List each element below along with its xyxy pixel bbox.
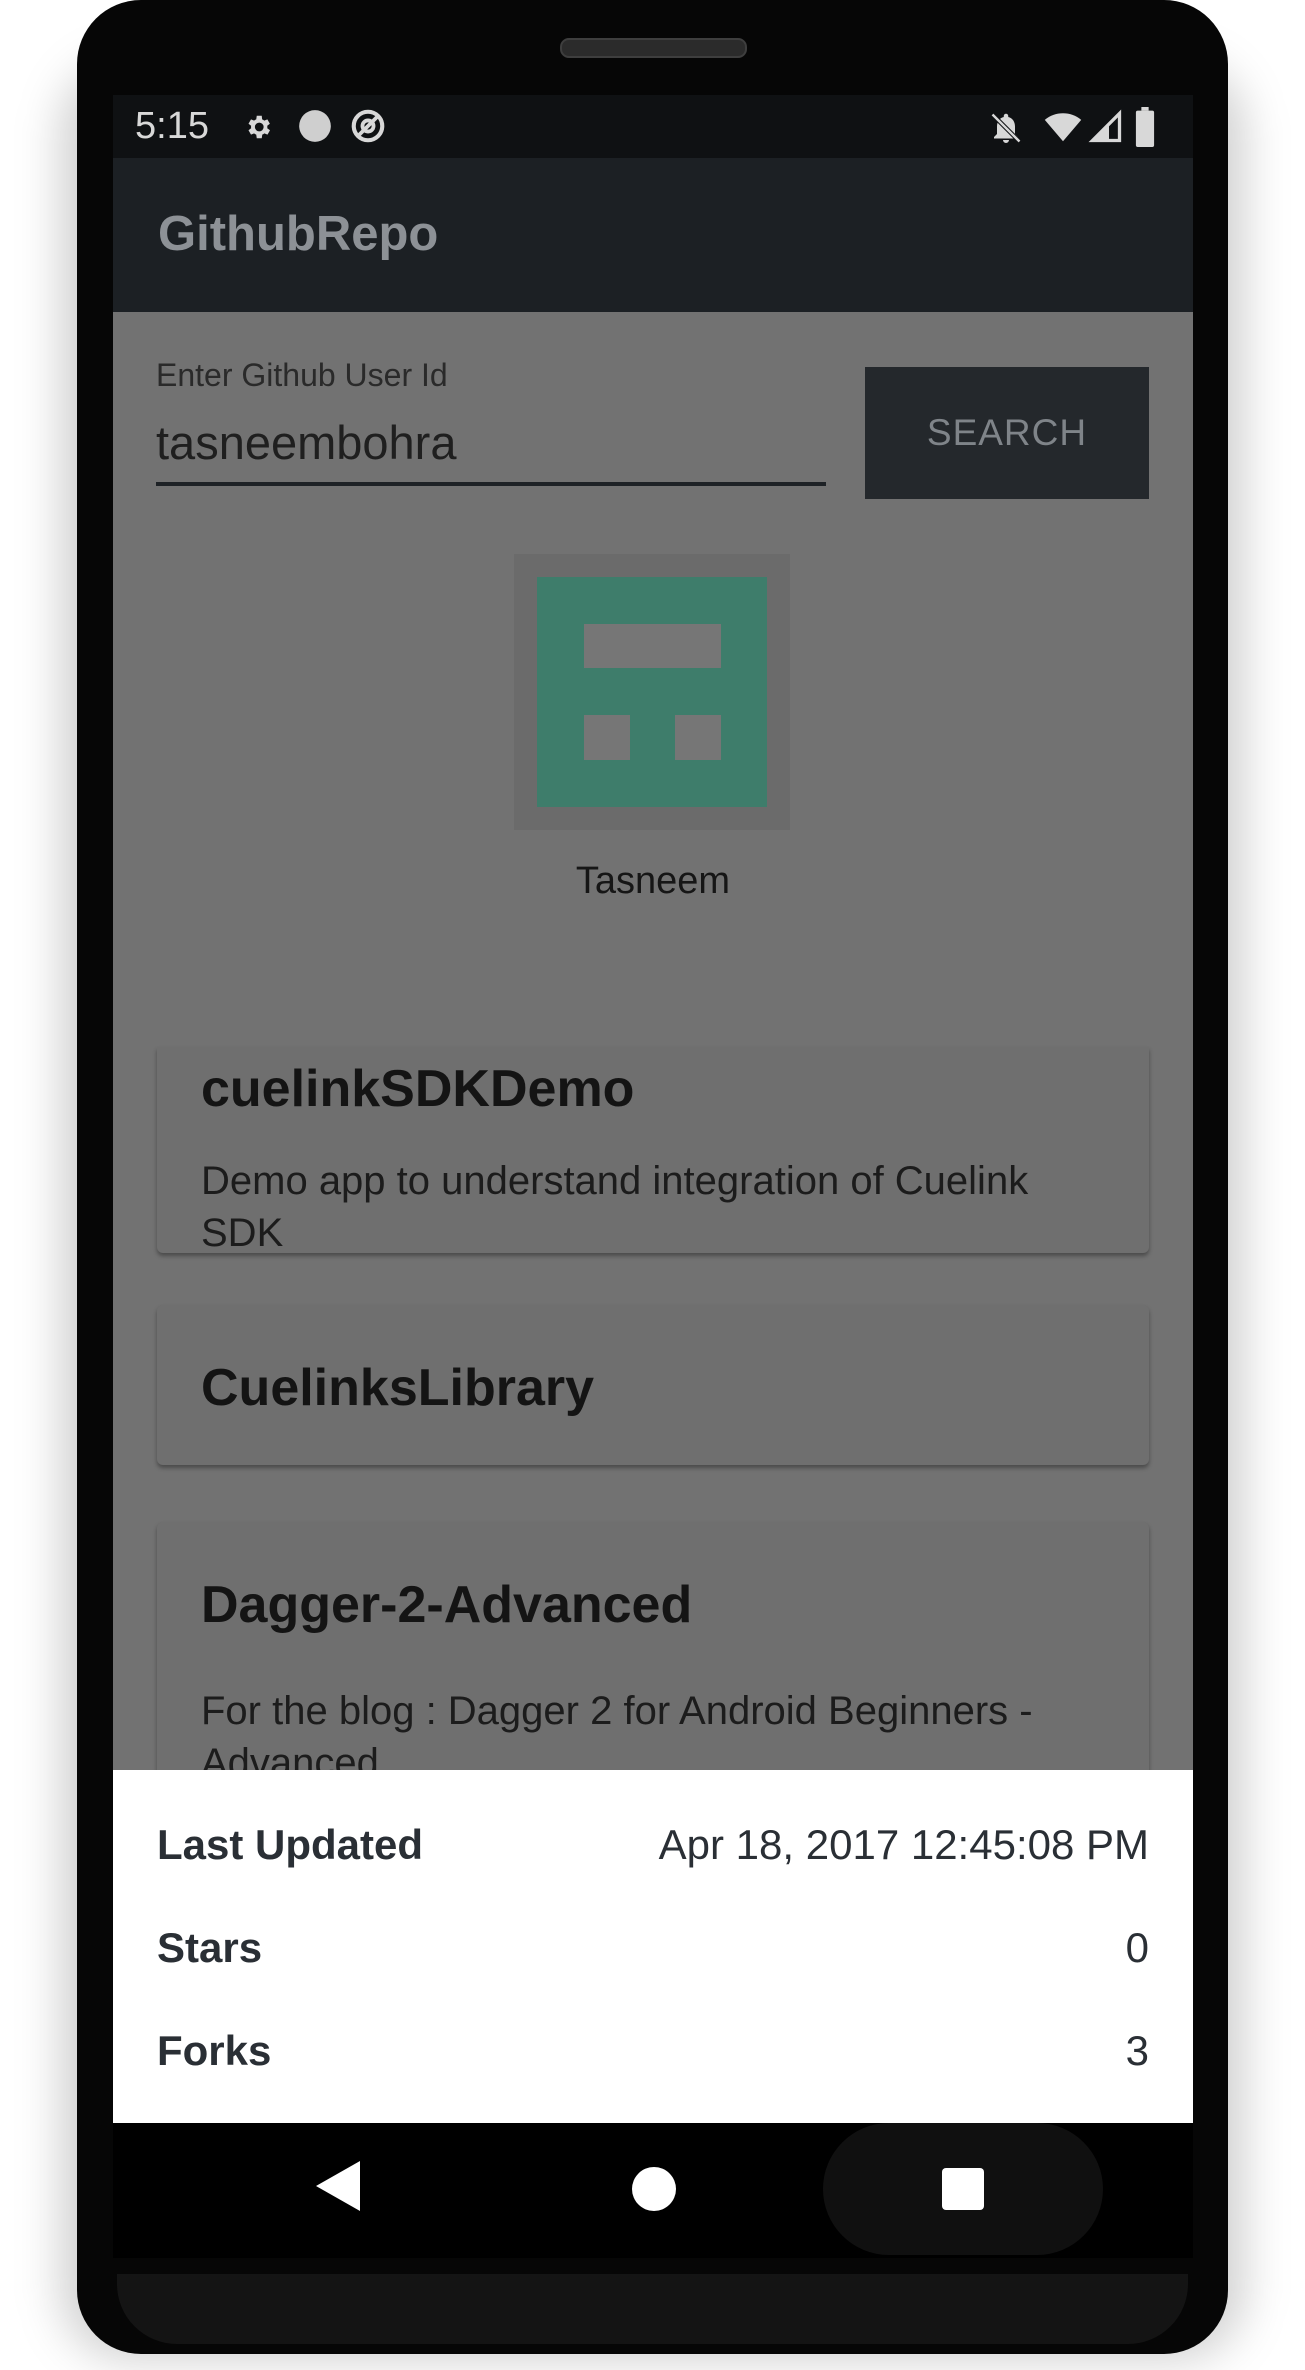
detail-value: Apr 18, 2017 12:45:08 PM bbox=[658, 1821, 1149, 1868]
avatar bbox=[514, 554, 790, 830]
notifications-off-icon bbox=[990, 112, 1022, 144]
detail-value: 0 bbox=[1125, 1924, 1149, 1971]
user-id-underline bbox=[156, 482, 826, 486]
circle-icon bbox=[299, 110, 331, 142]
repo-name: CuelinksLibrary bbox=[201, 1359, 595, 1417]
detail-label: Forks bbox=[157, 2027, 272, 2074]
repo-description: Demo app to understand integration of Cu… bbox=[201, 1159, 1029, 1255]
home-icon[interactable] bbox=[632, 2167, 676, 2211]
status-bar: 5:15 bbox=[113, 95, 1193, 158]
speaker-grille bbox=[560, 38, 747, 58]
identicon-avatar bbox=[537, 577, 767, 807]
search-button[interactable]: SEARCH bbox=[865, 367, 1149, 499]
phone-chin bbox=[117, 2274, 1188, 2344]
repo-name: Dagger-2-Advanced bbox=[201, 1576, 693, 1634]
navigation-bar bbox=[113, 2123, 1193, 2258]
user-id-input[interactable]: tasneembohra bbox=[156, 415, 456, 470]
signal-icon bbox=[1088, 109, 1122, 143]
repo-name: cuelinkSDKDemo bbox=[201, 1060, 635, 1118]
back-icon[interactable] bbox=[316, 2161, 360, 2211]
settings-icon bbox=[248, 115, 270, 139]
detail-row-forks: Forks 3 bbox=[157, 2027, 1149, 2087]
status-time: 5:15 bbox=[135, 105, 209, 147]
repo-card[interactable]: CuelinksLibrary bbox=[157, 1305, 1149, 1465]
detail-label: Stars bbox=[157, 1924, 263, 1971]
user-name: Tasneem bbox=[575, 860, 731, 902]
detail-row-stars: Stars 0 bbox=[157, 1924, 1149, 1984]
detail-value: 3 bbox=[1125, 2027, 1149, 2074]
data-saver-icon bbox=[351, 109, 385, 143]
recents-icon[interactable] bbox=[942, 2168, 984, 2210]
user-id-label: Enter Github User Id bbox=[156, 357, 448, 393]
app-title: GithubRepo bbox=[158, 207, 439, 261]
screen: 5:15 GithubRepo Enter Github User Id tas… bbox=[113, 95, 1193, 2258]
repo-card[interactable]: cuelinkSDKDemo Demo app to understand in… bbox=[157, 1047, 1149, 1255]
detail-label: Last Updated bbox=[157, 1821, 424, 1868]
app-bar: GithubRepo bbox=[113, 158, 1193, 312]
battery-icon bbox=[1135, 107, 1155, 147]
wifi-icon bbox=[1044, 113, 1082, 142]
repo-details-sheet: Last Updated Apr 18, 2017 12:45:08 PM St… bbox=[113, 1770, 1193, 2123]
main-content: Enter Github User Id tasneembohra SEARCH… bbox=[113, 312, 1193, 1832]
detail-row-last-updated: Last Updated Apr 18, 2017 12:45:08 PM bbox=[157, 1821, 1149, 1881]
